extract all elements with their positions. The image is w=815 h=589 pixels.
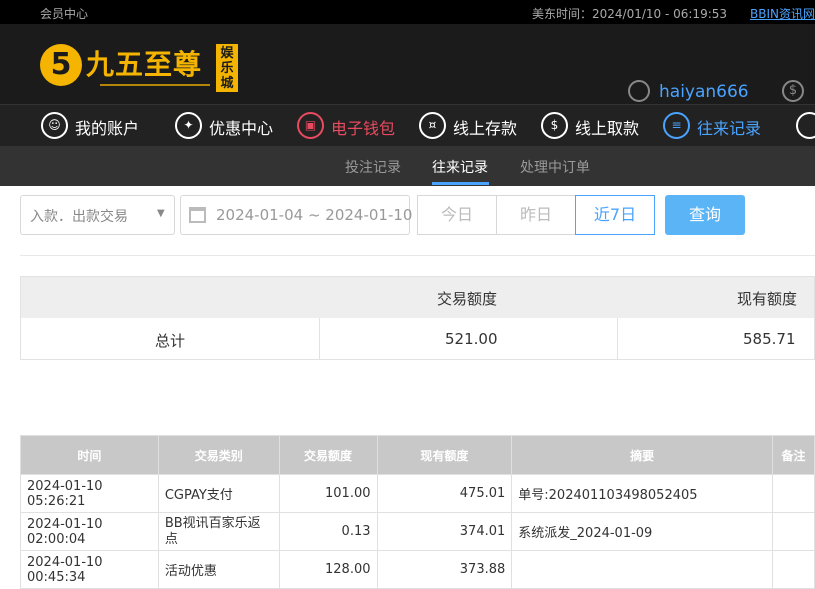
logo-stamp: 娱乐城 (216, 44, 238, 92)
col-type: 交易类别 (157, 435, 280, 475)
summary-total-label: 总计 (155, 332, 186, 350)
tab-pending-orders[interactable]: 处理中订单 (520, 157, 590, 177)
cell-time: 2024-01-10 05:26:21 (20, 474, 159, 513)
withdraw-icon: $ (541, 112, 568, 139)
member-center-link[interactable]: 会员中心 (40, 5, 88, 22)
cell-time: 2024-01-10 00:45:34 (20, 550, 159, 589)
bell-icon (796, 112, 815, 139)
table-row: 2024-01-10 02:00:04 BB视讯百家乐返点 0.13 374.0… (20, 512, 815, 551)
nav-label: 我的账户 (75, 119, 140, 138)
sub-nav: 投注记录 往来记录 处理中订单 (0, 146, 815, 186)
date-range-value: 2024-01-04 ~ 2024-01-10 (216, 206, 413, 224)
col-amount: 交易额度 (278, 435, 378, 475)
divider (20, 255, 815, 256)
user-avatar-icon (628, 80, 650, 102)
cell-note (772, 512, 815, 551)
col-balance: 现有额度 (376, 435, 513, 475)
cell-balance: 475.01 (376, 474, 513, 513)
main-nav: ☺ 我的账户 ✦ 优惠中心 ▣ 电子钱包 ¤ 线上存款 $ 线上取款 ≡ 往来记… (0, 104, 815, 146)
nav-label: 优惠中心 (209, 119, 274, 138)
cell-memo: 单号:202401103498052405 (511, 474, 774, 513)
col-memo: 摘要 (511, 435, 774, 475)
transaction-type-select[interactable]: 入款．出款交易 ▼ (20, 195, 175, 235)
chevron-down-icon: ▼ (157, 208, 165, 219)
yesterday-button[interactable]: 昨日 (496, 195, 576, 235)
cell-memo: 系统派发_2024-01-09 (511, 512, 774, 551)
last-7-days-button[interactable]: 近7日 (575, 195, 655, 235)
summary-total-amount: 521.00 (445, 330, 498, 348)
summary-divider (319, 318, 320, 360)
logo-name: 九五至尊 (86, 48, 203, 81)
user-icon: ☺ (41, 112, 68, 139)
nav-label: 线上存款 (453, 119, 518, 138)
balance-icon[interactable]: $ (782, 80, 804, 102)
cell-type: CGPAY支付 (157, 474, 280, 513)
table-row: 2024-01-10 05:26:21 CGPAY支付 101.00 475.0… (20, 474, 815, 513)
logo-mark: 5 (40, 44, 82, 86)
transaction-type-value: 入款．出款交易 (30, 209, 128, 225)
username[interactable]: haiyan666 (659, 82, 749, 102)
cell-type: 活动优惠 (157, 550, 280, 589)
cell-note (772, 550, 815, 589)
transactions-table: 时间 交易类别 交易额度 现有额度 摘要 备注 2024-01-10 05:26… (20, 435, 815, 589)
query-button[interactable]: 查询 (665, 195, 745, 235)
cell-amount: 128.00 (278, 550, 378, 589)
logo-swirl (100, 84, 210, 86)
deposit-icon: ¤ (419, 112, 446, 139)
summary-divider (617, 318, 618, 360)
cell-time: 2024-01-10 02:00:04 (20, 512, 159, 551)
cell-note (772, 474, 815, 513)
col-note: 备注 (772, 435, 815, 475)
table-header-row: 时间 交易类别 交易额度 现有额度 摘要 备注 (20, 435, 815, 475)
col-time: 时间 (20, 435, 159, 475)
summary-total-balance: 585.71 (743, 330, 796, 348)
records-icon: ≡ (663, 112, 690, 139)
cell-balance: 373.88 (376, 550, 513, 589)
table-row: 2024-01-10 00:45:34 活动优惠 128.00 373.88 (20, 550, 815, 589)
summary-table: 交易额度 现有额度 总计 521.00 585.71 (20, 276, 815, 360)
tab-bet-records[interactable]: 投注记录 (345, 157, 401, 177)
nav-label: 线上取款 (575, 119, 640, 138)
active-tab-indicator (432, 182, 489, 185)
cell-memo (511, 550, 774, 589)
nav-label: 电子钱包 (331, 119, 396, 138)
calendar-icon (189, 207, 206, 223)
wallet-icon: ▣ (297, 112, 324, 139)
nav-label: 往来记录 (697, 119, 762, 138)
gift-icon: ✦ (175, 112, 202, 139)
summary-col-amount: 交易额度 (437, 290, 498, 308)
top-bar: 会员中心 美东时间：2024/01/10 - 06:19:53 BBIN资讯网 (0, 0, 815, 24)
today-button[interactable]: 今日 (417, 195, 497, 235)
summary-header (21, 277, 814, 318)
cell-amount: 0.13 (278, 512, 378, 551)
eastern-time-clock: 美东时间：2024/01/10 - 06:19:53 (532, 7, 728, 21)
summary-col-balance: 现有额度 (737, 290, 798, 308)
bbin-news-link[interactable]: BBIN资讯网 (750, 5, 815, 22)
cell-type: BB视讯百家乐返点 (157, 512, 280, 551)
date-range-picker[interactable]: 2024-01-04 ~ 2024-01-10 (180, 195, 413, 235)
site-header: 5 九五至尊 娱乐城 haiyan666 $ (0, 24, 815, 104)
cell-balance: 374.01 (376, 512, 513, 551)
tab-transactions[interactable]: 往来记录 (432, 157, 488, 177)
cell-amount: 101.00 (278, 474, 378, 513)
